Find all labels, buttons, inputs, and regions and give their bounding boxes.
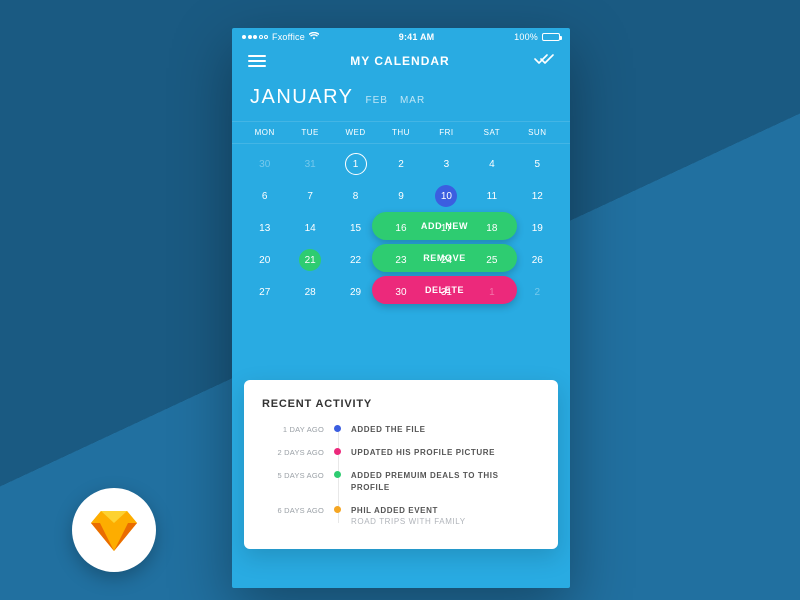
month-next-1[interactable]: FEB: [366, 95, 388, 106]
weekday-label: TUE: [287, 128, 332, 137]
activity-marker-icon: [334, 471, 341, 478]
calendar-day[interactable]: 9: [378, 180, 423, 212]
activity-marker-icon: [334, 425, 341, 432]
sketch-diamond-icon: [91, 509, 137, 551]
activity-item: 1 DAY AGO ADDED THE FILE: [262, 424, 540, 435]
carrier-label: Fxoffice: [272, 32, 305, 42]
calendar-day[interactable]: 17: [424, 212, 469, 244]
activity-marker-icon: [334, 448, 341, 455]
activity-time: 2 DAYS AGO: [262, 447, 324, 457]
signal-dots-icon: [242, 35, 268, 39]
calendar-day[interactable]: 3: [424, 148, 469, 180]
calendar-grid: ADD NEW REMOVE DELETE 303112345678910111…: [232, 144, 570, 308]
calendar-day[interactable]: 15: [333, 212, 378, 244]
sketch-logo-badge: [72, 488, 156, 572]
month-next-2[interactable]: MAR: [400, 95, 425, 106]
status-time: 9:41 AM: [399, 32, 435, 42]
calendar-day[interactable]: 2: [378, 148, 423, 180]
calendar-day[interactable]: 11: [469, 180, 514, 212]
activity-time: 1 DAY AGO: [262, 424, 324, 434]
month-current: JANUARY: [250, 86, 354, 109]
calendar-day[interactable]: 27: [242, 276, 287, 308]
calendar-day[interactable]: 24: [424, 244, 469, 276]
weekday-label: FRI: [424, 128, 469, 137]
calendar-day[interactable]: 1: [333, 148, 378, 180]
calendar-day[interactable]: 30: [378, 276, 423, 308]
calendar-day[interactable]: 10: [424, 180, 469, 212]
activity-item: 5 DAYS AGO ADDED PREMUIM DEALS TO THIS PR…: [262, 470, 540, 492]
activity-item: 2 DAYS AGO UPDATED HIS PROFILE PICTURE: [262, 447, 540, 458]
activity-item: 6 DAYS AGO PHIL ADDED EVENTROAD TRIPS WIT…: [262, 505, 540, 527]
menu-icon[interactable]: [248, 55, 266, 67]
calendar-day[interactable]: 7: [287, 180, 332, 212]
weekday-header: MONTUEWEDTHUFRISATSUN: [232, 121, 570, 144]
calendar-day[interactable]: 18: [469, 212, 514, 244]
calendar-day[interactable]: 23: [378, 244, 423, 276]
weekday-label: THU: [378, 128, 423, 137]
activity-text: UPDATED HIS PROFILE PICTURE: [351, 447, 495, 458]
activity-text: ADDED PREMUIM DEALS TO THIS PROFILE: [351, 470, 540, 492]
calendar-day[interactable]: 31: [287, 148, 332, 180]
recent-activity-heading: RECENT ACTIVITY: [262, 398, 540, 410]
calendar-day[interactable]: 6: [242, 180, 287, 212]
calendar-day[interactable]: 22: [333, 244, 378, 276]
calendar-day[interactable]: 25: [469, 244, 514, 276]
status-bar: Fxoffice 9:41 AM 100%: [232, 28, 570, 46]
calendar-day[interactable]: 20: [242, 244, 287, 276]
battery-percent: 100%: [514, 32, 538, 42]
activity-text: PHIL ADDED EVENTROAD TRIPS WITH FAMILY: [351, 505, 466, 527]
wifi-icon: [309, 32, 319, 42]
weekday-label: WED: [333, 128, 378, 137]
activity-time: 5 DAYS AGO: [262, 470, 324, 480]
page-title: MY CALENDAR: [350, 54, 449, 68]
calendar-day[interactable]: 30: [242, 148, 287, 180]
calendar-day[interactable]: 12: [515, 180, 560, 212]
battery-icon: [542, 33, 560, 41]
calendar-day[interactable]: 16: [378, 212, 423, 244]
activity-text: ADDED THE FILE: [351, 424, 426, 435]
recent-activity-card: RECENT ACTIVITY 1 DAY AGO ADDED THE FILE 2…: [244, 380, 558, 549]
calendar-day[interactable]: 8: [333, 180, 378, 212]
weekday-label: SUN: [515, 128, 560, 137]
calendar-day[interactable]: 19: [515, 212, 560, 244]
calendar-day[interactable]: 26: [515, 244, 560, 276]
weekday-label: SAT: [469, 128, 514, 137]
month-selector: JANUARY FEB MAR: [232, 76, 570, 121]
calendar-day[interactable]: 31: [424, 276, 469, 308]
nav-bar: MY CALENDAR: [232, 46, 570, 76]
calendar-day[interactable]: 4: [469, 148, 514, 180]
calendar-day[interactable]: 5: [515, 148, 560, 180]
calendar-day[interactable]: 2: [515, 276, 560, 308]
activity-time: 6 DAYS AGO: [262, 505, 324, 515]
calendar-day[interactable]: 14: [287, 212, 332, 244]
calendar-day[interactable]: 13: [242, 212, 287, 244]
calendar-day[interactable]: 1: [469, 276, 514, 308]
weekday-label: MON: [242, 128, 287, 137]
calendar-day[interactable]: 21: [287, 244, 332, 276]
phone-frame: Fxoffice 9:41 AM 100% MY CALENDAR JANUAR…: [232, 28, 570, 588]
done-icon[interactable]: [534, 52, 554, 71]
calendar-day[interactable]: 29: [333, 276, 378, 308]
activity-marker-icon: [334, 506, 341, 513]
calendar-day[interactable]: 28: [287, 276, 332, 308]
